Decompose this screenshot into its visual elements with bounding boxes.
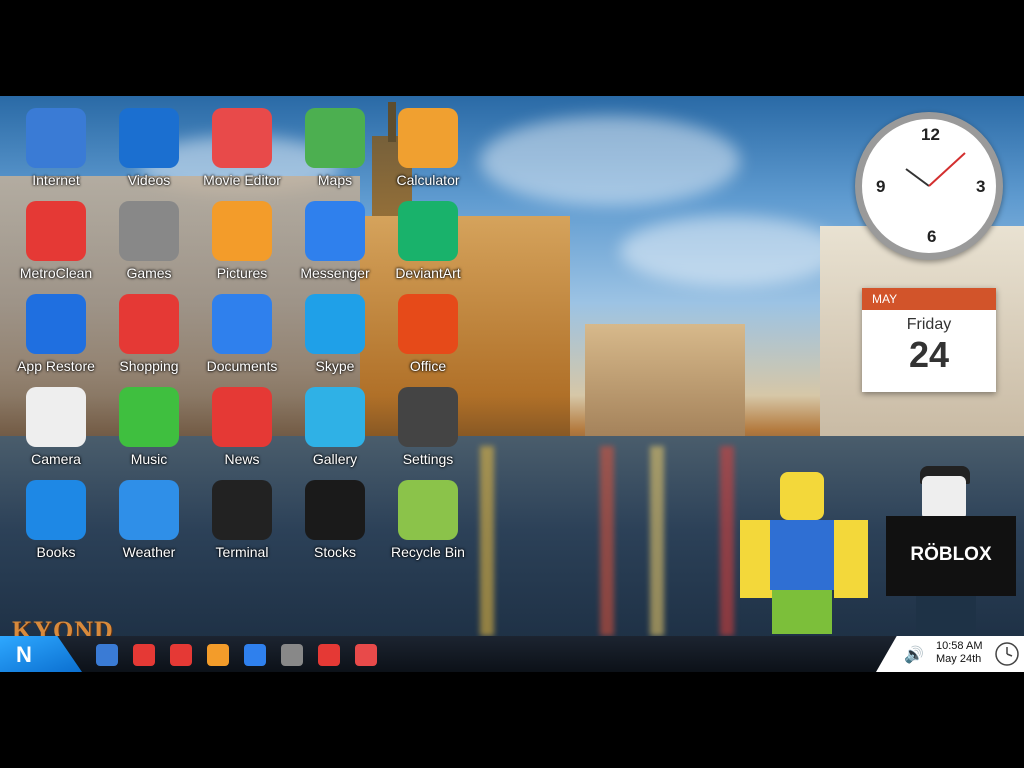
tray-clock[interactable]: 10:58 AM May 24th <box>936 640 982 666</box>
taskbar-film-reel-icon[interactable] <box>355 644 377 666</box>
camera-icon <box>26 387 86 447</box>
desktop-icon-label: Shopping <box>119 358 179 374</box>
desktop-icon-label: Music <box>130 451 168 467</box>
roblox-shirt-text: RÖBLOX <box>910 544 992 565</box>
globe-icon <box>26 108 86 168</box>
cart-icon <box>119 294 179 354</box>
taskbar-globe-icon[interactable] <box>96 644 118 666</box>
taskbar-joystick-icon[interactable] <box>281 644 303 666</box>
desktop-icon-label: News <box>224 451 260 467</box>
film-reel-icon <box>212 108 272 168</box>
desktop-icon-label: Recycle Bin <box>391 544 465 560</box>
terminal-icon <box>212 480 272 540</box>
speaker-icon[interactable]: 🔊 <box>904 645 924 665</box>
desktop-icon-label: Games <box>126 265 172 281</box>
skype-icon <box>305 294 365 354</box>
desktop-icon-movie-editor[interactable]: Movie Editor <box>196 96 288 188</box>
desktop-icon-label: DeviantArt <box>395 265 461 281</box>
joystick-icon <box>119 201 179 261</box>
desktop-icon-calculator[interactable]: Calculator <box>382 96 474 188</box>
desktop-icon-label: Maps <box>317 172 353 188</box>
desktop-icon-music[interactable]: Music <box>103 375 195 467</box>
taskbar-news-icon[interactable] <box>170 644 192 666</box>
system-tray: 🔊 10:58 AM May 24th <box>876 636 1024 672</box>
desktop-icon-label: Pictures <box>216 265 268 281</box>
gallery-icon <box>305 387 365 447</box>
desktop-icon-metroclean[interactable]: MetroClean <box>10 189 102 281</box>
start-logo-icon: N <box>16 642 32 667</box>
desktop-icon-documents[interactable]: Documents <box>196 282 288 374</box>
desktop-icon-deviantart[interactable]: DeviantArt <box>382 189 474 281</box>
desktop-icon-news[interactable]: News <box>196 375 288 467</box>
clock-widget[interactable]: 12 3 6 9 <box>855 112 1003 260</box>
metroclean-icon <box>26 201 86 261</box>
calendar-month: MAY <box>862 288 996 310</box>
taskbar-cart-icon[interactable] <box>318 644 340 666</box>
desktop: Internet Videos Movie Editor Maps Calculator… <box>0 96 1024 672</box>
desktop-icon-label: Camera <box>31 451 81 467</box>
desktop-icon-label: Weather <box>122 544 176 560</box>
calendar-weekday: Friday <box>906 316 952 333</box>
desktop-icon-stocks[interactable]: Stocks <box>289 468 381 560</box>
taskbar-pictures-icon[interactable] <box>207 644 229 666</box>
restore-icon <box>26 294 86 354</box>
taskbar-messenger-icon[interactable] <box>244 644 266 666</box>
calendar-day: 24 <box>908 334 950 375</box>
book-icon <box>26 480 86 540</box>
messenger-icon <box>305 201 365 261</box>
desktop-icon-settings[interactable]: Settings <box>382 375 474 467</box>
tray-time: 10:58 AM <box>936 640 983 652</box>
desktop-icon-label: Videos <box>127 172 171 188</box>
taskbar-metroclean-icon[interactable] <box>133 644 155 666</box>
picture-icon <box>212 201 272 261</box>
desktop-icon-internet[interactable]: Internet <box>10 96 102 188</box>
gear-icon <box>398 387 458 447</box>
clock-hands-icon <box>905 152 966 187</box>
desktop-icon-pictures[interactable]: Pictures <box>196 189 288 281</box>
recycle-bin-icon <box>398 480 458 540</box>
desktop-icon-recycle-bin[interactable]: Recycle Bin <box>382 468 474 560</box>
stocks-icon <box>305 480 365 540</box>
news-icon <box>212 387 272 447</box>
desktop-icon-label: Settings <box>402 451 454 467</box>
desktop-icon-videos[interactable]: Videos <box>103 96 195 188</box>
deviantart-icon <box>398 201 458 261</box>
desktop-icon-label: Messenger <box>300 265 370 281</box>
desktop-icon-books[interactable]: Books <box>10 468 102 560</box>
tray-date: May 24th <box>936 653 982 665</box>
desktop-icon-camera[interactable]: Camera <box>10 375 102 467</box>
desktop-icon-maps[interactable]: Maps <box>289 96 381 188</box>
desktop-icon-office[interactable]: Office <box>382 282 474 374</box>
desktop-icon-label: Documents <box>206 358 278 374</box>
clapperboard-icon <box>119 108 179 168</box>
map-icon <box>305 108 365 168</box>
document-icon <box>212 294 272 354</box>
desktop-icon-label: Calculator <box>396 172 460 188</box>
desktop-icon-shopping[interactable]: Shopping <box>103 282 195 374</box>
desktop-icon-label: Internet <box>32 172 80 188</box>
desktop-icon-label: Movie Editor <box>203 172 281 188</box>
desktop-icon-games[interactable]: Games <box>103 189 195 281</box>
desktop-icon-label: MetroClean <box>19 265 93 281</box>
desktop-icon-weather[interactable]: Weather <box>103 468 195 560</box>
desktop-icon-gallery[interactable]: Gallery <box>289 375 381 467</box>
desktop-icon-terminal[interactable]: Terminal <box>196 468 288 560</box>
desktop-icon-label: Office <box>409 358 447 374</box>
desktop-icon-label: Terminal <box>215 544 269 560</box>
music-note-icon <box>119 387 179 447</box>
office-icon <box>398 294 458 354</box>
desktop-icon-label: Gallery <box>312 451 358 467</box>
desktop-icon-app-restore[interactable]: App Restore <box>10 282 102 374</box>
desktop-icon-label: Books <box>36 544 76 560</box>
desktop-icon-label: App Restore <box>17 358 95 374</box>
calculator-icon <box>398 108 458 168</box>
desktop-icon-label: Skype <box>315 358 355 374</box>
weather-icon <box>119 480 179 540</box>
desktop-icon-skype[interactable]: Skype <box>289 282 381 374</box>
clock-icon[interactable] <box>994 641 1020 667</box>
desktop-icon-label: Stocks <box>313 544 356 560</box>
desktop-icon-messenger[interactable]: Messenger <box>289 189 381 281</box>
calendar-widget[interactable]: MAY Friday 24 <box>862 288 996 392</box>
